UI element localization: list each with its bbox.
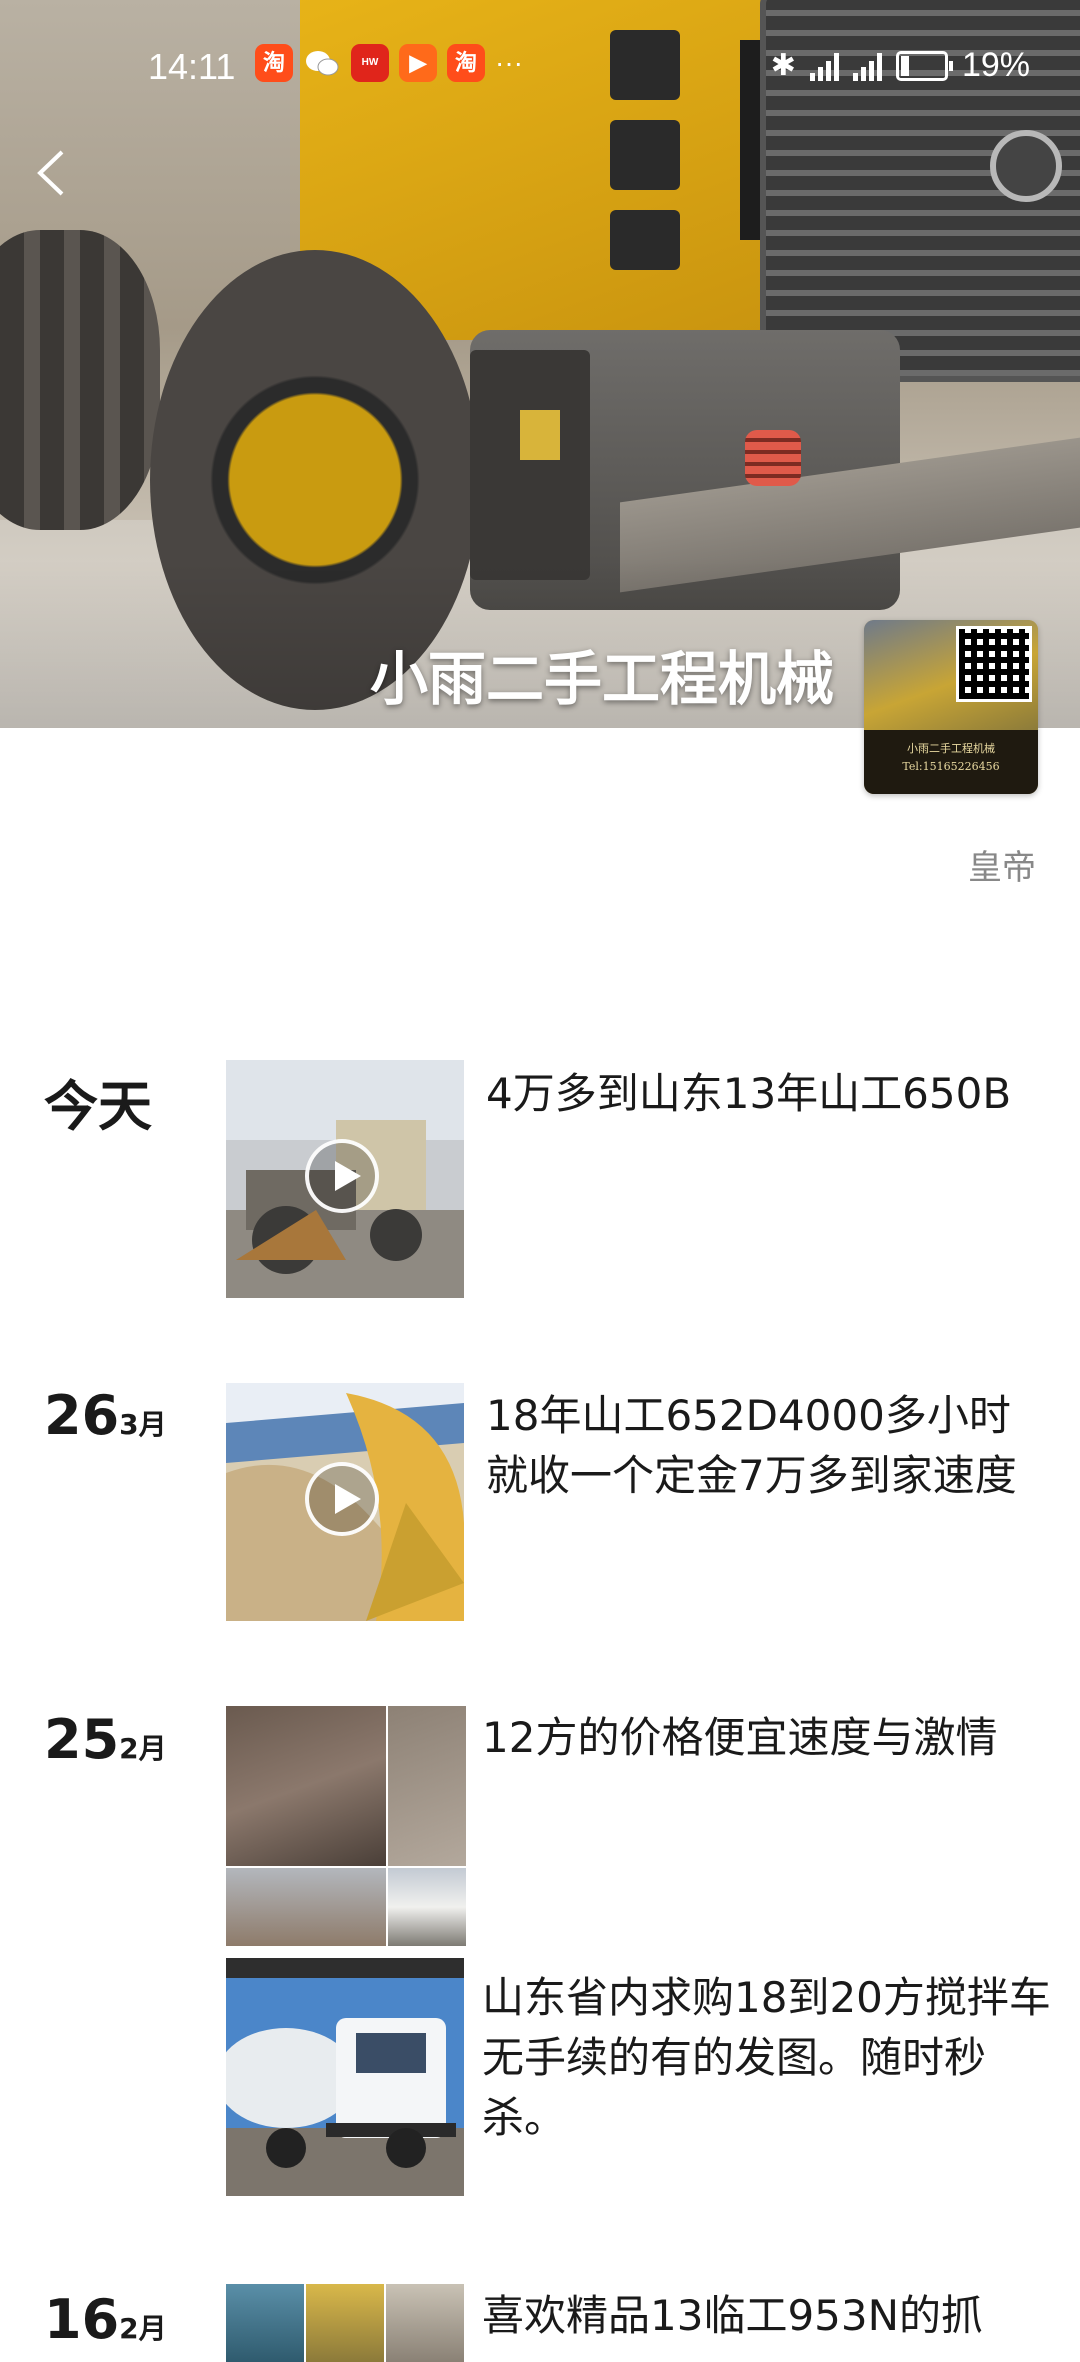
post-day: 今天 — [44, 1075, 152, 1138]
post-date: 263月 — [44, 1384, 167, 1447]
mixer-truck-image — [226, 1958, 464, 2196]
battery-icon — [895, 50, 953, 81]
post-date: 162月 — [44, 2288, 167, 2351]
chevron-left-icon — [37, 150, 64, 196]
post-image[interactable] — [226, 1958, 464, 2196]
post-image[interactable] — [388, 1706, 466, 1866]
post-month: 2月 — [119, 1732, 167, 1765]
post-image[interactable] — [306, 2284, 384, 2362]
back-button[interactable] — [34, 146, 74, 202]
profile-name: 小雨二手工程机械 — [370, 645, 835, 713]
post-video-thumbnail[interactable] — [226, 1060, 464, 1298]
bluetooth-icon: ✱ — [770, 49, 796, 82]
post-image[interactable] — [226, 1868, 386, 1946]
wechat-icon — [303, 44, 341, 82]
video-icon: ▶ — [399, 44, 437, 82]
qr-code-icon — [956, 626, 1032, 702]
avatar-title: 小雨二手工程机械 — [907, 742, 995, 755]
post-date: 今天 — [44, 1062, 152, 1141]
post-image[interactable] — [388, 1868, 466, 1946]
post-image-grid[interactable] — [226, 1706, 466, 1946]
rear-tire — [0, 230, 160, 530]
post-text[interactable]: 12方的价格便宜速度与激情 — [482, 1708, 1052, 1768]
post-date: 252月 — [44, 1708, 167, 1771]
post-month: 2月 — [119, 2312, 167, 2345]
play-icon — [305, 1462, 379, 1536]
play-icon — [305, 1139, 379, 1213]
post-image[interactable] — [226, 2284, 304, 2362]
brand-logo — [990, 130, 1062, 202]
post-text[interactable]: 18年山工652D4000多小时就收一个定金7万多到家速度 — [486, 1386, 1046, 1506]
post-day: 25 — [44, 1708, 120, 1771]
post-day: 16 — [44, 2288, 120, 2351]
profile-signature: 皇帝 — [968, 848, 1036, 888]
post-month: 3月 — [119, 1408, 167, 1441]
tail-lamp — [745, 430, 801, 486]
status-time: 14:11 — [148, 46, 236, 87]
post-image-grid[interactable] — [226, 2284, 464, 2362]
avatar-phone: Tel:15165226456 — [902, 760, 1000, 773]
status-bar: 14:11 淘 HW ▶ 淘 ··· ✱ 19% — [0, 40, 1080, 90]
avatar-caption: 小雨二手工程机械 Tel:15165226456 — [864, 730, 1038, 794]
battery-percent: 19% — [961, 46, 1030, 84]
taobao-icon: 淘 — [255, 44, 293, 82]
signal-icon — [809, 51, 839, 81]
taobao-icon: 淘 — [447, 44, 485, 82]
post-day: 26 — [44, 1384, 120, 1447]
post-text[interactable]: 山东省内求购18到20方搅拌车无手续的有的发图。随时秒杀。 — [482, 1968, 1052, 2148]
warning-sticker — [520, 410, 560, 460]
post-image[interactable] — [386, 2284, 464, 2362]
avatar[interactable]: 小雨二手工程机械 Tel:15165226456 — [864, 620, 1038, 794]
notification-icons: 淘 HW ▶ 淘 ··· — [255, 44, 523, 82]
status-right: ✱ 19% — [771, 46, 1030, 85]
post-image[interactable] — [226, 1706, 386, 1866]
huawei-icon: HW — [351, 44, 389, 82]
loader-window — [610, 210, 680, 270]
battery-box — [470, 350, 590, 580]
post-video-thumbnail[interactable] — [226, 1383, 464, 1621]
post-text[interactable]: 喜欢精品13临工953N的抓 — [482, 2286, 1052, 2346]
more-icon: ··· — [495, 47, 523, 78]
signal-icon — [852, 51, 882, 81]
post-text[interactable]: 4万多到山东13年山工650B — [486, 1064, 1046, 1124]
cover-photo[interactable] — [0, 0, 1080, 728]
loader-window — [610, 120, 680, 190]
